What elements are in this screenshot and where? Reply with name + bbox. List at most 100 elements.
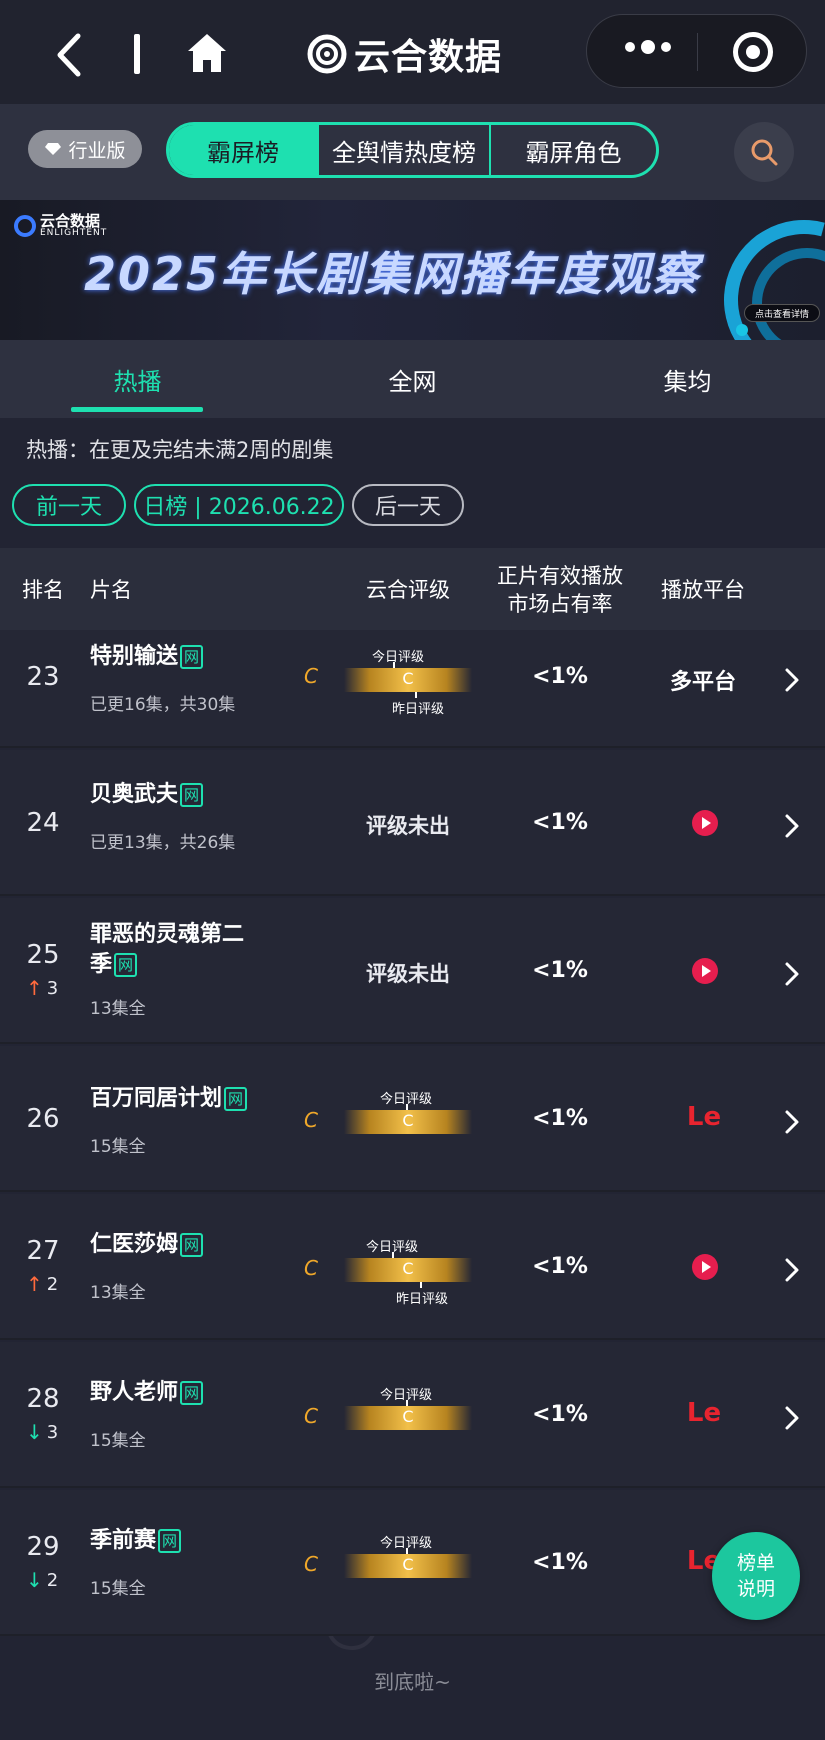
sub-tabs: 热播 全网 集均 xyxy=(0,340,825,418)
tab-bapingjuese[interactable]: 霸屏角色 xyxy=(491,125,656,175)
table-header: 排名 片名 云合评级 正片有效播放 市场占有率 播放平台 xyxy=(0,548,825,630)
date-selector: 前一天 日榜 | 2026.06.22 后一天 xyxy=(12,484,464,526)
diamond-icon xyxy=(45,143,62,155)
grade-yesterday-label: 昨日评级 xyxy=(392,702,445,717)
banner-view-button[interactable]: 点击查看详情 xyxy=(744,304,820,322)
tab-quanyuqing[interactable]: 全舆情热度榜 xyxy=(319,125,491,175)
row-share: <1% xyxy=(532,1402,588,1427)
web-tag: 网 xyxy=(180,1233,204,1257)
table-row[interactable]: 27 ↑ 2 仁医莎姆网 13集全 C 今日评级 C 昨日评级 <1% xyxy=(0,1194,825,1340)
row-rank: 26 xyxy=(26,1104,60,1134)
banner-logo: 云合数据 ENLIGHTENT xyxy=(14,214,107,238)
rank-explanation-line1: 榜单 xyxy=(736,1552,775,1574)
row-title: 季前赛网 xyxy=(90,1526,260,1556)
row-title-text: 百万同居计划 xyxy=(90,1086,223,1111)
grade-today-label: 今日评级 xyxy=(372,650,425,665)
header-name: 片名 xyxy=(90,578,132,602)
web-tag: 网 xyxy=(180,645,204,669)
row-share: <1% xyxy=(532,810,588,835)
arrow-down-icon: ↓ xyxy=(26,1568,43,1592)
row-share: <1% xyxy=(532,664,588,689)
grade-bar-value: C xyxy=(402,1111,414,1130)
rank-change-value: 3 xyxy=(46,977,59,999)
list-description: 热播：在更及完结未满2周的剧集 xyxy=(26,438,334,462)
arrow-up-icon: ↑ xyxy=(26,976,43,1000)
back-icon[interactable] xyxy=(50,30,90,80)
chevron-right-icon[interactable] xyxy=(782,666,802,694)
rank-explanation-button[interactable]: 榜单 说明 xyxy=(712,1532,800,1620)
web-tag: 网 xyxy=(158,1529,182,1553)
prev-day-button[interactable]: 前一天 xyxy=(12,484,126,526)
grade-bar-value: C xyxy=(402,1407,414,1426)
yunhe-logo-icon xyxy=(307,34,347,74)
tab-bapingbang[interactable]: 霸屏榜 xyxy=(169,125,319,175)
header-rank: 排名 xyxy=(22,578,64,602)
grade-bar-value: C xyxy=(402,1555,414,1574)
table-row[interactable]: 26 百万同居计划网 15集全 C 今日评级 C <1% Le xyxy=(0,1046,825,1192)
table-row[interactable]: 24 贝奥武夫网 已更13集，共26集 评级未出 <1% xyxy=(0,750,825,896)
row-title: 罪恶的灵魂第二季网 xyxy=(90,920,260,980)
home-icon[interactable] xyxy=(184,30,230,76)
subtab-all[interactable]: 全网 xyxy=(275,340,550,418)
row-rank: 24 xyxy=(26,808,60,838)
row-title: 野人老师网 xyxy=(90,1378,260,1408)
row-rank: 25 xyxy=(26,940,60,970)
chevron-right-icon[interactable] xyxy=(782,812,802,840)
subtab-hot[interactable]: 热播 xyxy=(0,340,275,418)
row-grade: C xyxy=(304,1256,318,1280)
more-icon[interactable] xyxy=(625,40,671,54)
row-share: <1% xyxy=(532,1254,588,1279)
rank-change: ↑ 3 xyxy=(26,976,58,1000)
table-row[interactable]: 25 ↑ 3 罪恶的灵魂第二季网 13集全 评级未出 <1% xyxy=(0,898,825,1044)
subtab-avg[interactable]: 集均 xyxy=(550,340,825,418)
row-grade-pending: 评级未出 xyxy=(366,962,450,986)
table-row[interactable]: 23 特别输送网 已更16集，共30集 C 今日评级 C 昨日评级 <1% 多平… xyxy=(0,630,825,748)
banner-title: 2025年长剧集网播年度观察 xyxy=(84,247,701,301)
header-grade: 云合评级 xyxy=(366,578,450,602)
table-row[interactable]: 29 ↓ 2 季前赛网 15集全 C 今日评级 C <1% Le xyxy=(0,1490,825,1636)
grade-bar-value: C xyxy=(402,1259,414,1278)
grade-bar: C xyxy=(344,1110,472,1134)
header-platform: 播放平台 xyxy=(661,578,745,602)
row-episodes: 13集全 xyxy=(90,1283,146,1303)
letv-icon: Le xyxy=(686,1398,722,1428)
row-rank: 23 xyxy=(26,662,60,692)
row-grade: C xyxy=(304,664,318,688)
row-platform: 多平台 xyxy=(669,670,736,695)
current-date-button[interactable]: 日榜 | 2026.06.22 xyxy=(134,484,344,526)
grade-bar-value: C xyxy=(402,669,414,688)
mini-program-capsule xyxy=(586,14,807,88)
rank-change-value: 2 xyxy=(46,1569,59,1591)
row-grade-pending: 评级未出 xyxy=(366,814,450,838)
chevron-right-icon[interactable] xyxy=(782,1108,802,1136)
row-grade: C xyxy=(304,1404,318,1428)
chevron-right-icon[interactable] xyxy=(782,1256,802,1284)
row-rank: 28 xyxy=(26,1384,60,1414)
arrow-up-icon: ↑ xyxy=(26,1272,43,1296)
table-row[interactable]: 28 ↓ 3 野人老师网 15集全 C 今日评级 C <1% Le xyxy=(0,1342,825,1488)
promo-banner[interactable]: 云合数据 ENLIGHTENT 2025年长剧集网播年度观察 点击查看详情 xyxy=(0,200,825,340)
row-episodes: 13集全 xyxy=(90,999,146,1019)
edition-label: 行业版 xyxy=(68,139,126,162)
edition-badge[interactable]: 行业版 xyxy=(28,130,142,168)
chevron-right-icon[interactable] xyxy=(782,960,802,988)
row-rank: 29 xyxy=(26,1532,60,1562)
youku-icon xyxy=(692,1254,718,1280)
search-button[interactable] xyxy=(734,122,794,182)
row-rank: 27 xyxy=(26,1236,60,1266)
grade-bar: C xyxy=(344,1406,472,1430)
row-title-text-2: 季 xyxy=(90,952,113,977)
next-day-button[interactable]: 后一天 xyxy=(352,484,464,526)
youku-icon xyxy=(692,958,718,984)
row-title-text: 特别输送 xyxy=(90,644,179,669)
row-grade: C xyxy=(304,1552,318,1576)
app-title-text: 云合数据 xyxy=(354,37,503,78)
close-miniprogram-icon[interactable] xyxy=(733,32,773,72)
banner-logo-icon xyxy=(14,215,36,237)
row-title: 仁医莎姆网 xyxy=(90,1230,260,1260)
arrow-down-icon: ↓ xyxy=(26,1420,43,1444)
chevron-right-icon[interactable] xyxy=(782,1404,802,1432)
row-share: <1% xyxy=(532,1106,588,1131)
app-title: 云合数据 xyxy=(306,26,502,82)
rank-change: ↓ 2 xyxy=(26,1568,58,1592)
